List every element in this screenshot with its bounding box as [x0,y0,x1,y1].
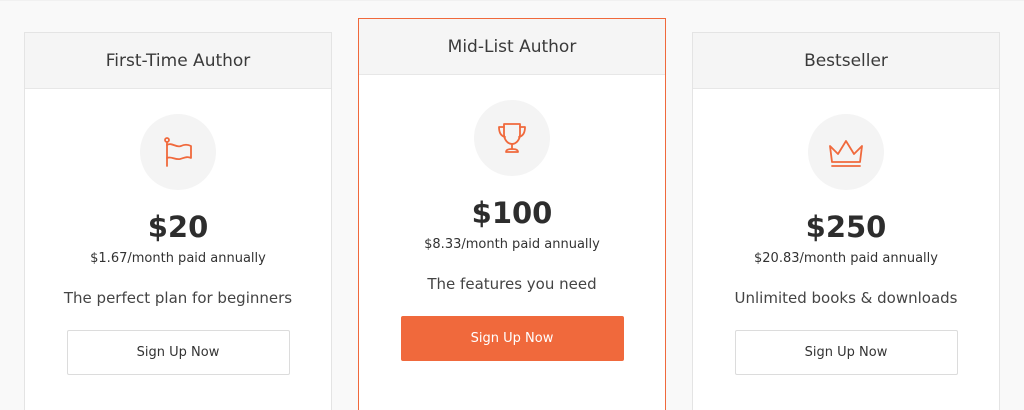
crown-icon [825,132,867,172]
plan-icon-circle [140,114,216,190]
plan-billing-note: $20.83/month paid annually [754,251,938,266]
sign-up-button[interactable]: Sign Up Now [734,330,958,375]
plan-card-bestseller: Bestseller $250 $20.83/month paid annual… [692,32,1000,410]
divider [0,0,1024,1]
plan-price: $20 [147,210,209,244]
plan-icon-circle [474,100,550,176]
sign-up-button[interactable]: Sign Up Now [66,330,290,375]
plan-price: $250 [805,210,887,244]
sign-up-button[interactable]: Sign Up Now [400,316,624,361]
plan-title: Mid-List Author [359,19,665,75]
plan-card-mid-list-author: Mid-List Author $100 $8.33/month paid an… [358,18,666,410]
pricing-section: First-Time Author $20 $1.67/month paid a… [0,0,1024,410]
plan-tagline: Unlimited books & downloads [734,289,958,307]
plan-title: First-Time Author [25,33,331,89]
plan-title: Bestseller [693,33,999,89]
flag-icon [158,132,198,172]
plan-icon-circle [808,114,884,190]
plan-billing-note: $8.33/month paid annually [424,237,600,252]
plan-billing-note: $1.67/month paid annually [90,251,266,266]
plan-tagline: The perfect plan for beginners [63,289,293,307]
trophy-icon [492,118,532,158]
plan-price: $100 [471,196,553,230]
plan-tagline: The features you need [427,275,597,293]
plan-card-first-time-author: First-Time Author $20 $1.67/month paid a… [24,32,332,410]
